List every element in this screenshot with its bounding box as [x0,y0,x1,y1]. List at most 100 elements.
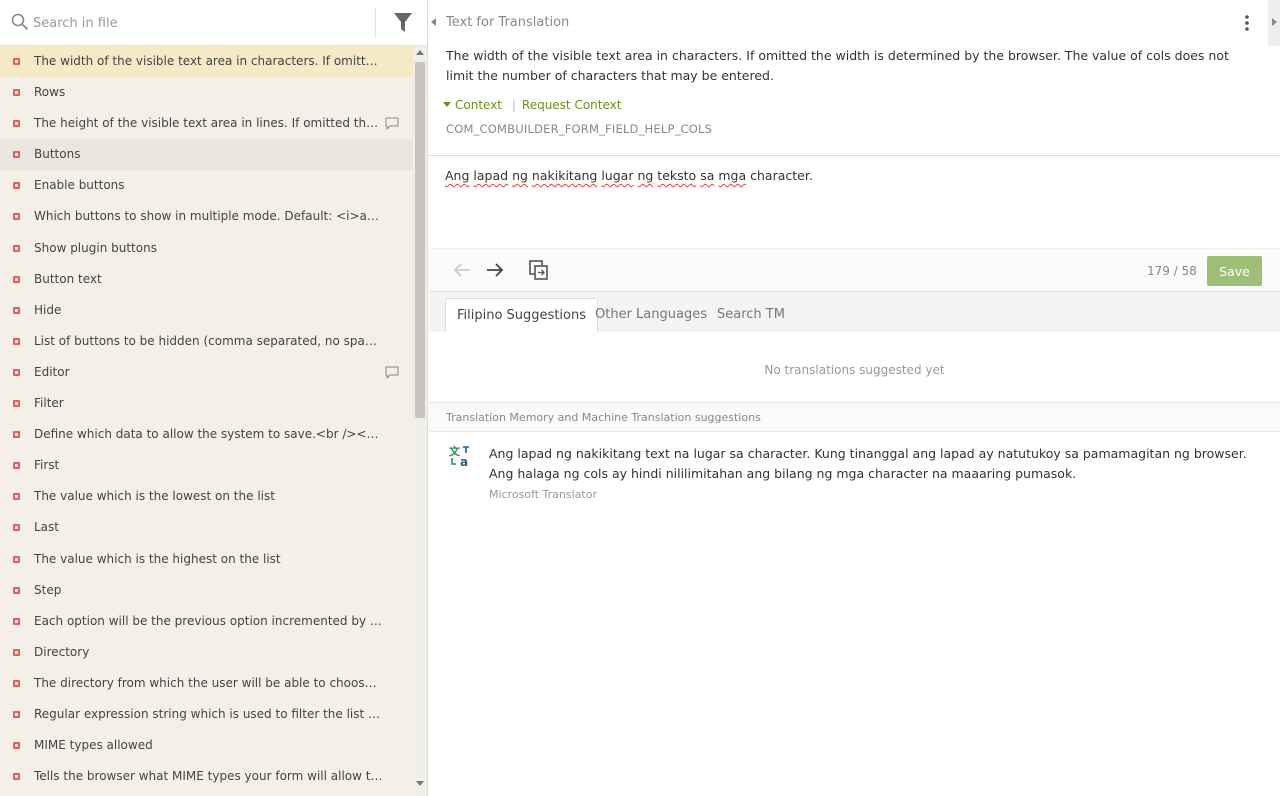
context-row: Context | Request Context [443,98,621,112]
string-list-item[interactable]: Filter [0,388,413,419]
untranslated-status-icon [13,524,20,532]
string-list-item[interactable]: Hide [0,295,413,326]
string-list-item[interactable]: Regular expression string which is used … [0,699,413,730]
untranslated-status-icon [13,275,20,283]
scroll-down-arrow-icon[interactable] [416,781,424,786]
string-list-item[interactable]: The value which is the lowest on the lis… [0,481,413,512]
scrollbar[interactable] [413,46,427,796]
source-string-text: The width of the visible text area in ch… [446,48,1229,83]
collapse-right-button[interactable] [1268,0,1280,46]
string-list-item[interactable]: Show plugin buttons [0,233,413,264]
empty-suggestions-message: No translations suggested yet [764,363,945,377]
caret-down-icon [443,102,451,107]
context-label: Context [455,98,503,112]
scroll-up-arrow-icon[interactable] [416,50,424,55]
string-item-text: Show plugin buttons [34,240,157,255]
character-counter: 179 / 58 [1147,264,1197,278]
suggestion-tabs: Filipino Suggestions Other Languages Sea… [429,292,1280,332]
untranslated-status-icon [13,555,20,563]
filter-icon[interactable] [394,13,412,33]
comment-icon [385,366,399,379]
untranslated-status-icon [13,493,20,501]
untranslated-status-icon [13,182,20,190]
untranslated-status-icon [13,773,20,781]
string-list-item[interactable]: The width of the visible text area in ch… [0,46,413,78]
request-context-link[interactable]: Request Context [522,98,622,112]
string-list-item[interactable]: Each option will be the previous option … [0,606,413,637]
untranslated-status-icon [13,213,20,221]
mt-source-label: Microsoft Translator [489,488,597,501]
string-list-item[interactable]: Which buttons to show in multiple mode. … [0,201,413,232]
string-key: COM_COMBUILDER_FORM_FIELD_HELP_COLS [446,122,713,136]
string-list-item[interactable]: Button text [0,264,413,295]
mt-section-header: Translation Memory and Machine Translati… [429,402,1280,432]
tab-search-tm[interactable]: Search TM [706,298,796,332]
string-item-text: The value which is the lowest on the lis… [34,489,275,504]
mt-section-title: Translation Memory and Machine Translati… [446,411,761,424]
string-item-text: First [34,458,60,473]
untranslated-status-icon [13,58,20,65]
divider [375,8,376,38]
context-toggle[interactable]: Context [443,98,506,112]
separator: | [511,98,516,112]
tab-filipino-suggestions[interactable]: Filipino Suggestions [445,298,598,332]
translation-panel: Text for Translation The width of the vi… [429,0,1280,796]
search-input[interactable] [33,12,363,34]
search-bar [0,0,427,46]
string-item-text: Rows [34,85,66,100]
string-item-text: Enable buttons [34,178,125,193]
string-list-item[interactable]: The directory from which the user will b… [0,668,413,699]
string-list-item[interactable]: Buttons [0,139,413,171]
save-button[interactable]: Save [1207,256,1262,286]
string-item-text: Define which data to allow the system to… [34,427,413,442]
untranslated-status-icon [13,244,20,252]
string-list-item[interactable]: Tells the browser what MIME types your f… [0,761,413,792]
tab-other-languages[interactable]: Other Languages [584,298,718,332]
source-title: Text for Translation [446,15,570,30]
string-item-text: Button text [34,271,102,286]
collapse-right-icon [1272,18,1277,26]
more-options-icon[interactable] [1244,14,1250,32]
translation-textarea[interactable]: Ang lapad ng nakikitang lugar ng teksto … [445,166,1265,242]
untranslated-status-icon [13,368,20,376]
string-list-item[interactable]: The height of the visible text area in l… [0,108,413,139]
string-item-text: Last [34,520,59,535]
arrow-right-icon[interactable] [486,262,504,278]
string-list-item[interactable]: Directory [0,637,413,668]
source-header: Text for Translation [429,0,1280,46]
untranslated-status-icon [13,306,20,314]
machine-translation-icon: 文 a [449,444,469,468]
string-list-item[interactable]: Editor [0,357,413,388]
string-list-item[interactable]: Enable buttons [0,170,413,201]
untranslated-status-icon [13,586,20,594]
copy-source-icon[interactable] [529,260,548,280]
collapse-left-icon[interactable] [431,18,436,26]
string-item-text: Filter [34,396,64,411]
string-list-item[interactable]: Define which data to allow the system to… [0,419,413,450]
string-list-item[interactable]: The value which is the highest on the li… [0,544,413,575]
string-item-text: Buttons [34,147,81,162]
string-list-item[interactable]: Step [0,575,413,606]
translation-editor: Ang lapad ng nakikitang lugar ng teksto … [429,155,1280,248]
editor-toolbar: 179 / 58 Save [429,248,1280,292]
string-list-item[interactable]: MIME types allowed [0,730,413,761]
string-list-item[interactable]: Rows [0,77,413,108]
untranslated-status-icon [13,617,20,625]
string-item-text: Editor [34,364,70,379]
scrollbar-thumb[interactable] [415,62,425,418]
mt-suggestion-text[interactable]: Ang lapad ng nakikitang text na lugar sa… [489,444,1269,484]
string-list-item[interactable]: List of buttons to be hidden (comma sepa… [0,326,413,357]
string-item-text: The directory from which the user will b… [34,675,413,690]
untranslated-status-icon [13,431,20,439]
string-item-text: Step [34,582,62,597]
search-icon [11,13,29,31]
untranslated-status-icon [13,710,20,718]
string-list-item[interactable]: First [0,450,413,481]
string-item-text: Each option will be the previous option … [34,613,413,628]
string-item-text: Tells the browser what MIME types your f… [34,769,413,784]
arrow-left-icon[interactable] [453,262,471,278]
string-item-text: Hide [34,302,62,317]
svg-text:a: a [460,455,468,468]
string-list-item[interactable]: Last [0,512,413,543]
untranslated-status-icon [13,679,20,687]
